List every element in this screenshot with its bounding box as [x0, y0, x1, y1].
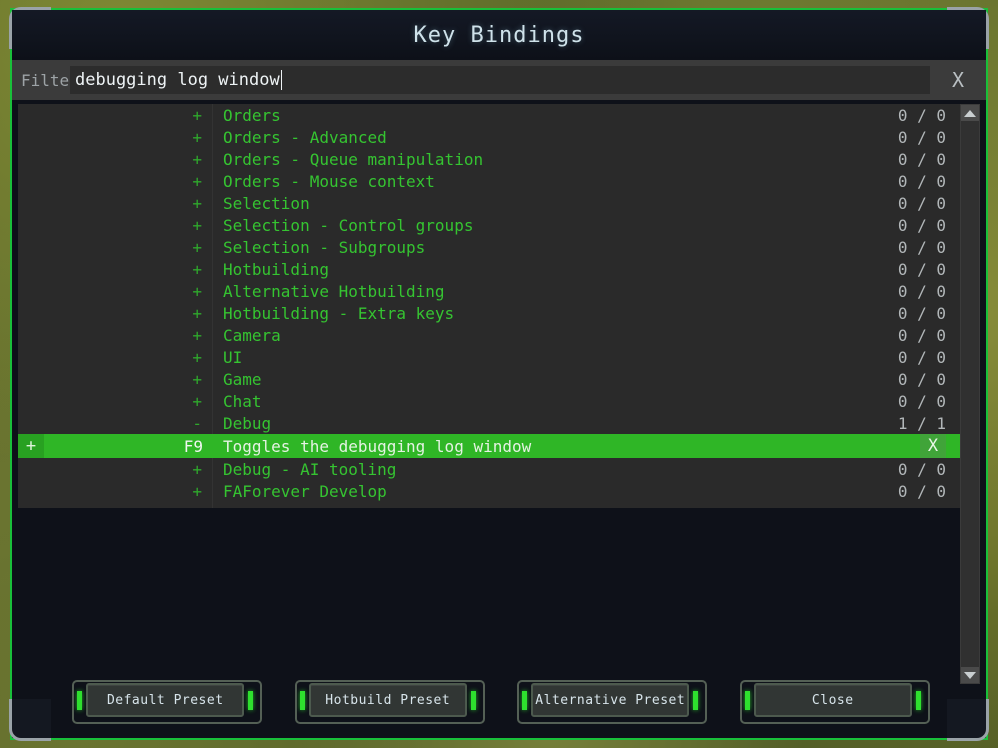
binding-count: 0 / 0: [897, 369, 946, 389]
category-label: FAForever Develop: [223, 481, 387, 501]
delete-binding-button[interactable]: X: [920, 434, 946, 458]
expand-icon[interactable]: +: [18, 260, 212, 279]
binding-count: 0 / 0: [897, 193, 946, 213]
list-scrollbar[interactable]: [960, 104, 980, 684]
binding-count: 0 / 0: [897, 127, 946, 147]
category-row[interactable]: + Selection - Control groups 0 / 0: [18, 214, 966, 236]
binding-count: 0 / 0: [897, 347, 946, 367]
binding-count: 0 / 0: [897, 105, 946, 125]
clear-filter-button[interactable]: X: [930, 60, 986, 100]
category-label: UI: [223, 347, 243, 367]
expand-icon[interactable]: +: [18, 106, 212, 125]
category-row[interactable]: + Orders 0 / 0: [18, 104, 966, 126]
category-row[interactable]: - Debug 1 / 1: [18, 412, 966, 434]
binding-count: 0 / 0: [897, 259, 946, 279]
button-label: Close: [811, 692, 854, 708]
binding-count: 0 / 0: [897, 303, 946, 323]
category-label: Debug - AI tooling: [223, 459, 397, 479]
scroll-up-arrow-icon[interactable]: [961, 105, 979, 121]
expand-icon[interactable]: +: [18, 482, 212, 501]
expand-icon[interactable]: +: [18, 172, 212, 191]
dialog-button-row: Default Preset Hotbuild Preset Alternative…: [12, 678, 986, 724]
category-label: Debug: [223, 413, 272, 433]
expand-icon[interactable]: +: [18, 194, 212, 213]
dialog-titlebar: Key Bindings: [12, 10, 986, 60]
expand-icon[interactable]: +: [18, 326, 212, 345]
category-row[interactable]: + Orders - Queue manipulation 0 / 0: [18, 148, 966, 170]
filter-input-value: debugging log window: [75, 70, 280, 90]
category-label: Chat: [223, 391, 262, 411]
category-row[interactable]: + Alternative Hotbuilding 0 / 0: [18, 280, 966, 302]
expand-icon[interactable]: +: [18, 460, 212, 479]
category-row[interactable]: + UI 0 / 0: [18, 346, 966, 368]
category-row[interactable]: + Game 0 / 0: [18, 368, 966, 390]
binding-count: 0 / 0: [897, 481, 946, 501]
button-label: Hotbuild Preset: [325, 692, 451, 708]
category-label: Orders - Queue manipulation: [223, 149, 484, 169]
category-row[interactable]: + FAForever Develop 0 / 0: [18, 480, 966, 502]
category-label: Orders: [223, 105, 281, 125]
category-label: Hotbuilding: [223, 259, 329, 279]
category-label: Alternative Hotbuilding: [223, 281, 445, 301]
binding-count: 0 / 0: [897, 237, 946, 257]
category-label: Selection: [223, 193, 310, 213]
key-combo-label: F9: [183, 436, 203, 456]
category-label: Orders - Advanced: [223, 127, 387, 147]
category-label: Selection - Subgroups: [223, 237, 426, 257]
category-label: Hotbuilding - Extra keys: [223, 303, 455, 323]
category-row[interactable]: + Debug - AI tooling 0 / 0: [18, 458, 966, 480]
expand-icon[interactable]: +: [18, 216, 212, 235]
search-input[interactable]: debugging log window: [70, 66, 930, 94]
binding-count: 0 / 0: [897, 281, 946, 301]
category-row[interactable]: + Hotbuilding - Extra keys 0 / 0: [18, 302, 966, 324]
binding-count: 0 / 0: [897, 149, 946, 169]
category-row[interactable]: + Camera 0 / 0: [18, 324, 966, 346]
binding-count: 1 / 1: [897, 413, 946, 433]
filter-bar: Filter debugging log window X: [12, 60, 986, 100]
expand-icon[interactable]: +: [18, 282, 212, 301]
add-binding-button[interactable]: +: [18, 434, 44, 458]
filter-label: Filter: [21, 70, 79, 90]
button-label: Alternative Preset: [535, 692, 686, 708]
category-label: Orders - Mouse context: [223, 171, 435, 191]
binding-count: 0 / 0: [897, 325, 946, 345]
text-caret: [280, 70, 282, 90]
hotbuild-preset-button[interactable]: Hotbuild Preset: [294, 680, 485, 724]
category-row[interactable]: + Orders - Advanced 0 / 0: [18, 126, 966, 148]
expand-icon[interactable]: +: [18, 150, 212, 169]
binding-count: 0 / 0: [897, 171, 946, 191]
collapse-icon[interactable]: -: [18, 414, 212, 433]
expand-icon[interactable]: +: [18, 370, 212, 389]
default-preset-button[interactable]: Default Preset: [72, 680, 263, 724]
scrollbar-track[interactable]: [961, 121, 979, 667]
binding-count: 0 / 0: [897, 215, 946, 235]
alternative-preset-button[interactable]: Alternative Preset: [517, 680, 708, 724]
expand-icon[interactable]: +: [18, 304, 212, 323]
button-label: Default Preset: [106, 692, 224, 708]
binding-count: 0 / 0: [897, 459, 946, 479]
category-label: Game: [223, 369, 262, 389]
screen-root: Key Bindings Filter debugging log window…: [0, 0, 998, 748]
binding-count: 0 / 0: [897, 391, 946, 411]
key-bindings-dialog: Key Bindings Filter debugging log window…: [9, 7, 989, 741]
page-title: Key Bindings: [413, 22, 585, 48]
key-bindings-list[interactable]: + Orders 0 / 0 + Orders - Advanced 0 / 0 + Orde…: [18, 104, 966, 508]
expand-icon[interactable]: +: [18, 128, 212, 147]
category-row[interactable]: + Hotbuilding 0 / 0: [18, 258, 966, 280]
category-row[interactable]: + Orders - Mouse context 0 / 0: [18, 170, 966, 192]
category-row[interactable]: + Selection 0 / 0: [18, 192, 966, 214]
category-label: Camera: [223, 325, 281, 345]
expand-icon[interactable]: +: [18, 238, 212, 257]
category-row[interactable]: + Chat 0 / 0: [18, 390, 966, 412]
category-label: Selection - Control groups: [223, 215, 474, 235]
expand-icon[interactable]: +: [18, 392, 212, 411]
close-button[interactable]: Close: [739, 680, 930, 724]
key-binding-row[interactable]: + F9 Toggles the debugging log window X: [18, 434, 966, 458]
expand-icon[interactable]: +: [18, 348, 212, 367]
binding-description: Toggles the debugging log window: [223, 436, 532, 456]
category-row[interactable]: + Selection - Subgroups 0 / 0: [18, 236, 966, 258]
